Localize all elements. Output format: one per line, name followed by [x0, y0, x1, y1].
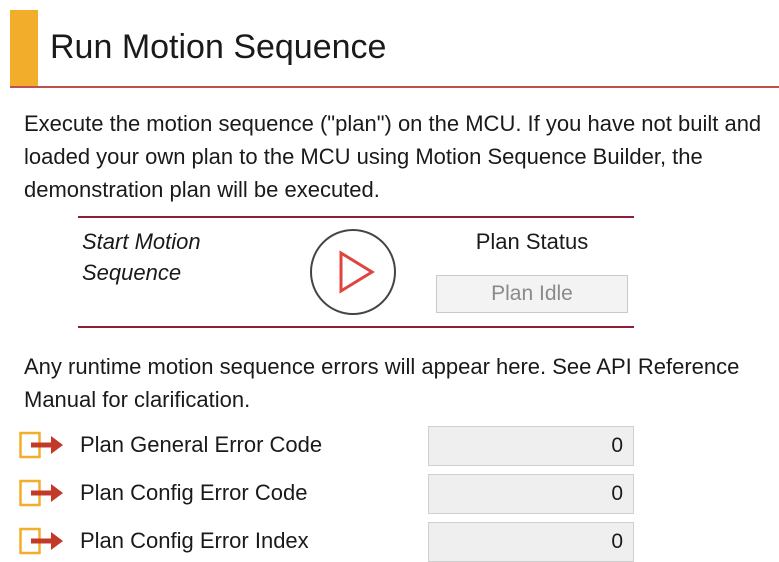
arrow-right-icon	[19, 431, 63, 459]
plan-status-field: Plan Idle	[436, 275, 628, 313]
start-label-line2: Sequence	[82, 260, 182, 285]
header-accent-bar	[10, 10, 38, 88]
panel-top-divider	[78, 216, 634, 218]
errors-description: Any runtime motion sequence errors will …	[24, 354, 740, 412]
panel-bottom-divider	[78, 326, 634, 328]
start-sequence-label: Start Motion Sequence	[82, 226, 282, 288]
error-label: Plan General Error Code	[80, 432, 323, 457]
arrow-right-icon	[19, 479, 63, 507]
arrow-right-icon	[19, 527, 63, 555]
error-row-general-code: Plan General Error Code 0	[0, 426, 779, 466]
header-divider	[10, 86, 779, 88]
start-label-line1: Start Motion	[82, 229, 201, 254]
error-value-field: 0	[428, 474, 634, 514]
section-header: Run Motion Sequence	[0, 0, 779, 88]
start-sequence-button[interactable]	[310, 229, 396, 315]
play-icon	[339, 250, 375, 294]
error-value-field: 0	[428, 522, 634, 562]
section-description: Execute the motion sequence ("plan") on …	[24, 111, 762, 202]
page-title: Run Motion Sequence	[50, 28, 387, 66]
error-value-field: 0	[428, 426, 634, 466]
error-row-config-code: Plan Config Error Code 0	[0, 474, 779, 514]
error-row-config-index: Plan Config Error Index 0	[0, 522, 779, 562]
error-label: Plan Config Error Index	[80, 528, 309, 553]
plan-status-title: Plan Status	[475, 229, 589, 254]
error-label: Plan Config Error Code	[80, 480, 308, 505]
